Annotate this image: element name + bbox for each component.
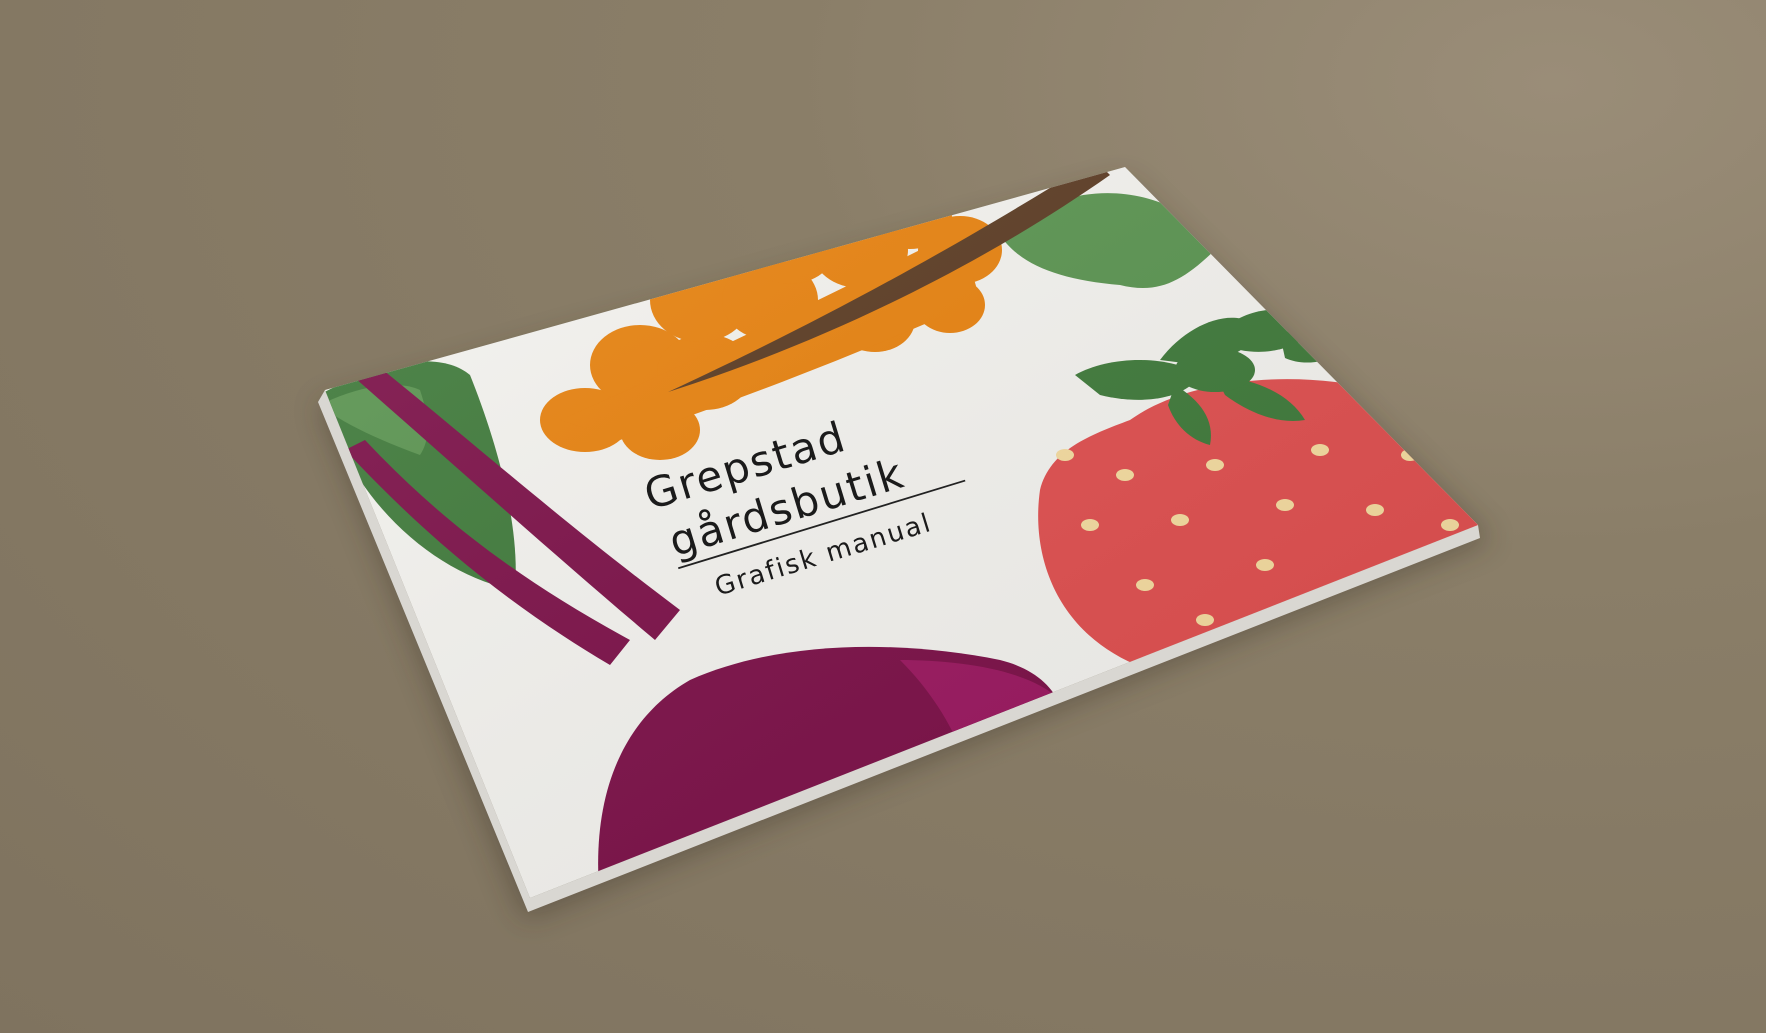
booklet-mockup-scene: Grepstad gårdsbutik Grafisk manual bbox=[318, 167, 1492, 920]
